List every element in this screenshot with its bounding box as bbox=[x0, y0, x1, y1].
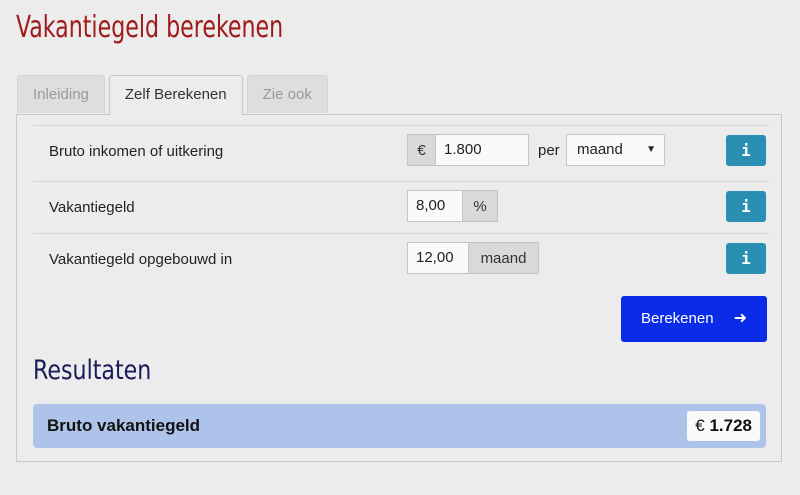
income-row: Bruto inkomen of uitkering € 1.800 per m… bbox=[33, 125, 769, 178]
tab-zie-ook[interactable]: Zie ook bbox=[246, 75, 328, 113]
tab-zelf-berekenen[interactable]: Zelf Berekenen bbox=[108, 75, 243, 116]
result-currency: € bbox=[695, 416, 705, 435]
per-label: per bbox=[538, 142, 560, 159]
holiday-pay-label: Vakantiegeld bbox=[49, 199, 135, 216]
month-addon: maand bbox=[468, 242, 539, 274]
tab-inleiding[interactable]: Inleiding bbox=[17, 75, 105, 113]
period-select-value: maand bbox=[577, 141, 623, 158]
arrow-right-icon: ➜ bbox=[733, 310, 747, 327]
accrued-info-button[interactable]: i bbox=[726, 243, 766, 274]
income-info-button[interactable]: i bbox=[726, 135, 766, 166]
gross-holiday-pay-label: Bruto vakantiegeld bbox=[47, 416, 201, 435]
result-bar: Bruto vakantiegeld € 1.728 bbox=[33, 404, 766, 448]
gross-holiday-pay-value: € 1.728 bbox=[687, 411, 760, 441]
holiday-pay-input[interactable]: 8,00 bbox=[407, 190, 463, 222]
accrued-row: Vakantiegeld opgebouwd in 12,00 maand i bbox=[33, 233, 769, 286]
income-label: Bruto inkomen of uitkering bbox=[49, 143, 224, 160]
calculate-button-label: Berekenen bbox=[641, 310, 714, 327]
holiday-pay-info-button[interactable]: i bbox=[726, 191, 766, 222]
currency-addon: € bbox=[407, 134, 436, 166]
results-title: Resultaten bbox=[33, 355, 152, 386]
holiday-pay-row: Vakantiegeld 8,00 % i bbox=[33, 181, 769, 234]
period-select[interactable]: maand ▼ bbox=[566, 134, 665, 166]
tab-bar: Inleiding Zelf Berekenen Zie ook bbox=[17, 75, 332, 116]
caret-down-icon: ▼ bbox=[646, 144, 656, 155]
percent-addon: % bbox=[462, 190, 498, 222]
calculate-button[interactable]: Berekenen ➜ bbox=[621, 296, 767, 342]
result-amount: 1.728 bbox=[709, 416, 752, 435]
page-title: Vakantiegeld berekenen bbox=[16, 10, 284, 45]
income-input[interactable]: 1.800 bbox=[435, 134, 529, 166]
accrued-input[interactable]: 12,00 bbox=[407, 242, 469, 274]
calculator-panel: Bruto inkomen of uitkering € 1.800 per m… bbox=[16, 114, 782, 462]
accrued-label: Vakantiegeld opgebouwd in bbox=[49, 251, 233, 268]
